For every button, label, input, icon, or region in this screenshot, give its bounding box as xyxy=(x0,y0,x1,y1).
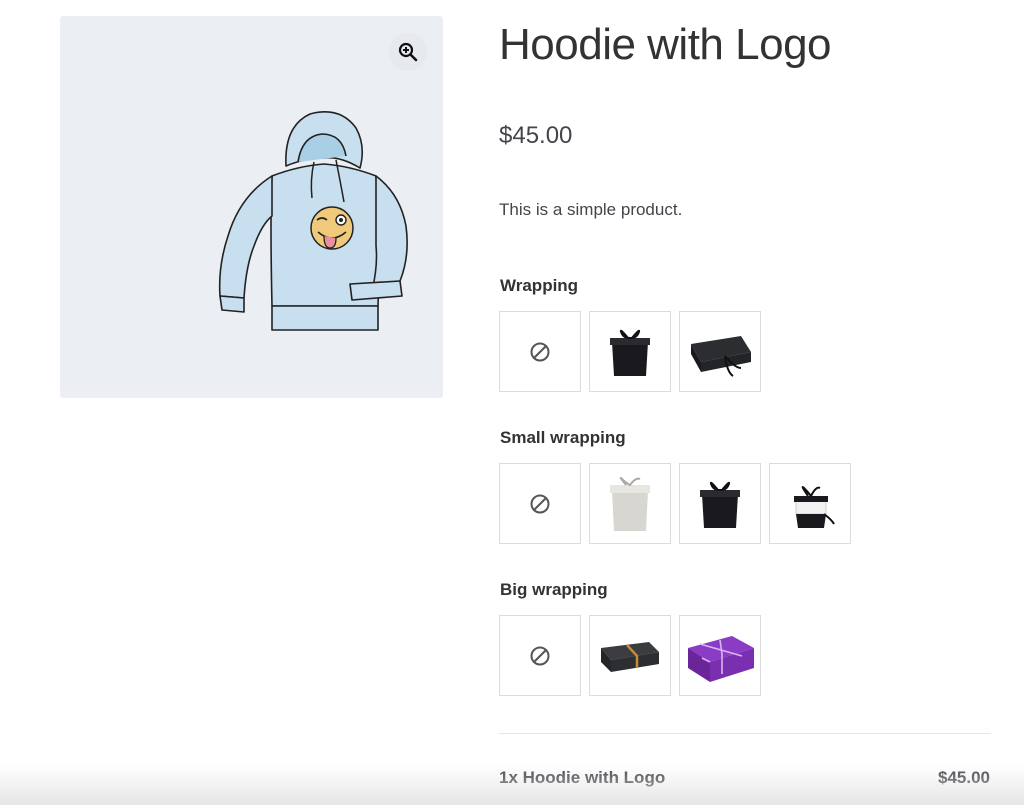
addon-options-wrapping xyxy=(499,311,761,392)
addon-option-none[interactable] xyxy=(499,615,581,696)
addon-option-none[interactable] xyxy=(499,463,581,544)
addon-group-label-small-wrapping: Small wrapping xyxy=(500,428,626,447)
addon-options-small-wrapping xyxy=(499,463,851,544)
product-description: This is a simple product. xyxy=(499,200,683,219)
addon-group-label-wrapping: Wrapping xyxy=(500,276,579,295)
product-title: Hoodie with Logo xyxy=(499,20,832,69)
addon-group-label-big-wrapping: Big wrapping xyxy=(500,580,608,599)
black-gift-box-image xyxy=(700,481,740,528)
addon-option-black-white-gift-box[interactable] xyxy=(769,463,851,544)
black-gold-box-image xyxy=(601,641,659,672)
black-flat-box-image xyxy=(691,335,751,377)
product-image xyxy=(218,111,408,331)
black-gift-box-image xyxy=(610,329,650,376)
zoom-button[interactable] xyxy=(389,33,427,71)
addon-option-white-gift-box[interactable] xyxy=(589,463,671,544)
addon-option-black-gift-box[interactable] xyxy=(589,311,671,392)
no-selection-icon xyxy=(530,342,550,361)
product-gallery[interactable] xyxy=(60,16,443,398)
addon-options-big-wrapping xyxy=(499,615,761,696)
white-gift-box-image xyxy=(610,476,650,531)
summary-item: 1x Hoodie with Logo xyxy=(499,768,666,787)
purple-gift-box-image xyxy=(688,635,754,682)
no-selection-icon xyxy=(530,646,550,665)
summary-total: $45.00 xyxy=(938,768,990,787)
addon-option-purple-gift-box[interactable] xyxy=(679,615,761,696)
zoom-in-icon xyxy=(398,42,418,62)
summary-divider xyxy=(499,733,991,734)
emoji-logo xyxy=(310,206,354,250)
black-white-gift-box-image xyxy=(794,485,835,528)
product-price: $45.00 xyxy=(499,122,573,149)
addon-option-black-gift-box[interactable] xyxy=(679,463,761,544)
addon-option-black-flat-box[interactable] xyxy=(679,311,761,392)
addon-option-none[interactable] xyxy=(499,311,581,392)
no-selection-icon xyxy=(530,494,550,513)
addon-option-black-gold-box[interactable] xyxy=(589,615,671,696)
